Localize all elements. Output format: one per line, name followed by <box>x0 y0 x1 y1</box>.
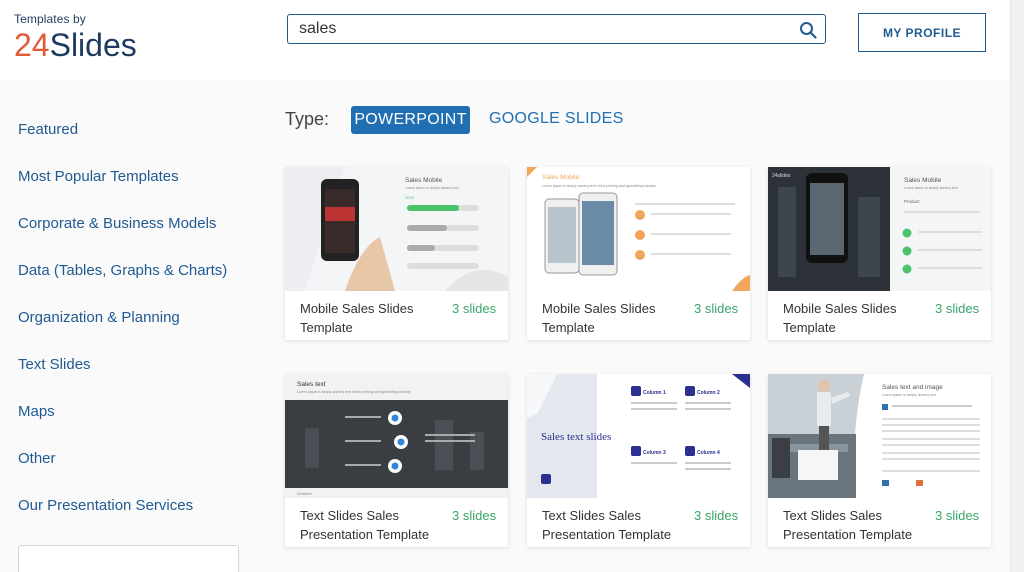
sidebar-item-featured[interactable]: Featured <box>18 121 78 138</box>
template-card[interactable]: Column 1 Column 2 Column 3 Column 4 Sale… <box>527 374 750 547</box>
template-thumbnail[interactable]: Sales text and image Lorem ipsum is simp… <box>768 374 991 498</box>
page-scrollbar[interactable] <box>1010 0 1024 572</box>
template-title[interactable]: Text Slides Sales Presentation Template <box>300 506 435 544</box>
slide-count: 3 slides <box>694 301 739 316</box>
sidebar-item-maps[interactable]: Maps <box>18 403 55 420</box>
logo-number: 24 <box>14 27 50 63</box>
thumb-heading: Sales Mobile <box>542 174 580 181</box>
thumb-text: Lorem ipsum is simply dummy text <box>904 186 958 190</box>
slide-count: 3 slides <box>452 301 497 316</box>
type-google-slides-button[interactable]: GOOGLE SLIDES <box>489 110 624 128</box>
template-card[interactable]: Sales text and image Lorem ipsum is simp… <box>768 374 991 547</box>
template-thumbnail[interactable]: 24slides Sales Mobile Lorem ipsum is sim… <box>768 167 991 291</box>
template-thumbnail[interactable]: Column 1 Column 2 Column 3 Column 4 Sale… <box>527 374 750 498</box>
template-card[interactable]: Sales Mobile Lorem ipsum is simply dummy… <box>527 167 750 340</box>
template-title[interactable]: Text Slides Sales Presentation Template <box>783 506 918 544</box>
thumb-heading: Sales text and image <box>882 384 943 391</box>
template-title[interactable]: Mobile Sales Slides Template <box>783 299 918 337</box>
thumb-heading: Sales text slides <box>541 431 611 443</box>
sidebar-item-most-popular[interactable]: Most Popular Templates <box>18 168 179 185</box>
search-input[interactable] <box>288 15 778 43</box>
template-card[interactable]: Sales Mobile Lorem ipsum is simply dummy… <box>285 167 508 340</box>
thumb-text: Lorem ipsum is simply dummy text of the … <box>297 390 411 394</box>
search-bar <box>287 14 826 44</box>
thumb-label: 2015 <box>405 195 415 200</box>
thumb-label: Product <box>904 199 920 204</box>
slide-count: 3 slides <box>452 508 497 523</box>
thumb-text: Lorem ipsum is simply dummy text <box>405 186 459 190</box>
thumb-heading: Sales text <box>297 381 326 388</box>
template-card[interactable]: Sales text Lorem ipsum is simply dummy t… <box>285 374 508 547</box>
template-card[interactable]: 24slides Sales Mobile Lorem ipsum is sim… <box>768 167 991 340</box>
template-thumbnail[interactable]: Sales Mobile Lorem ipsum is simply dummy… <box>527 167 750 291</box>
template-thumbnail[interactable]: Sales text Lorem ipsum is simply dummy t… <box>285 374 508 498</box>
type-filter-label: Type: <box>285 109 330 129</box>
svg-text:Column 4: Column 4 <box>697 450 720 456</box>
type-powerpoint-button[interactable]: POWERPOINT <box>351 106 470 134</box>
svg-text:Column 3: Column 3 <box>643 450 666 456</box>
logo[interactable]: Templates by 24Slides <box>14 12 137 62</box>
category-sidebar: Featured Most Popular Templates Corporat… <box>0 80 270 572</box>
svg-text:24slides: 24slides <box>772 173 791 179</box>
thumb-label: 24slides <box>297 491 312 496</box>
template-title[interactable]: Mobile Sales Slides Template <box>300 299 435 337</box>
logo-wordmark: 24Slides <box>14 28 137 62</box>
search-icon[interactable] <box>799 21 817 39</box>
thumb-text: Lorem ipsum is simply dummy text of the … <box>542 184 656 188</box>
logo-tagline: Templates by <box>14 12 86 26</box>
sidebar-item-organization[interactable]: Organization & Planning <box>18 309 180 326</box>
sidebar-item-services[interactable]: Our Presentation Services <box>18 497 193 514</box>
my-profile-button[interactable]: MY PROFILE <box>858 13 986 52</box>
slide-count: 3 slides <box>935 508 980 523</box>
svg-text:Column 2: Column 2 <box>697 390 720 396</box>
sidebar-item-other[interactable]: Other <box>18 450 56 467</box>
template-title[interactable]: Mobile Sales Slides Template <box>542 299 677 337</box>
slide-count: 3 slides <box>694 508 739 523</box>
template-title[interactable]: Text Slides Sales Presentation Template <box>542 506 677 544</box>
sidebar-item-corporate[interactable]: Corporate & Business Models <box>18 215 216 232</box>
sidebar-item-data[interactable]: Data (Tables, Graphs & Charts) <box>18 262 227 279</box>
slide-count: 3 slides <box>935 301 980 316</box>
logo-word: Slides <box>49 27 137 63</box>
sidebar-item-text-slides[interactable]: Text Slides <box>18 356 91 373</box>
thumb-label: Column 1 <box>643 390 666 396</box>
thumb-heading: Sales Mobile <box>405 177 443 184</box>
thumb-text: Lorem ipsum is simply dummy text <box>882 393 936 397</box>
thumb-heading: Sales Mobile <box>904 177 942 184</box>
header: Templates by 24Slides MY PROFILE <box>0 0 1010 80</box>
template-thumbnail[interactable]: Sales Mobile Lorem ipsum is simply dummy… <box>285 167 508 291</box>
sidebar-promo-box[interactable] <box>18 545 239 572</box>
